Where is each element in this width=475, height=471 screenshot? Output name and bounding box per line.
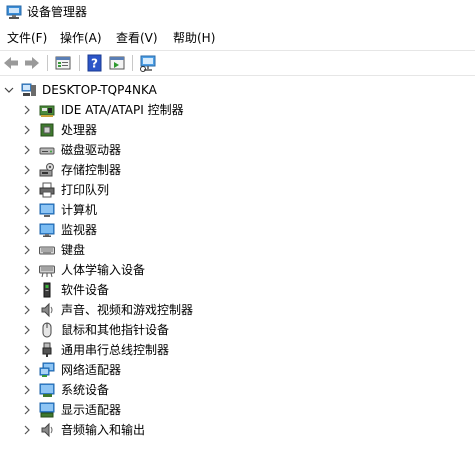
tree-item-label: 通用串行总线控制器: [61, 343, 170, 357]
tree-item-label: 磁盘驱动器: [61, 143, 122, 157]
toolbar-separator: [47, 55, 48, 71]
audio-io-icon: [41, 422, 53, 438]
chevron-right-icon[interactable]: [21, 104, 33, 116]
computer-icon: [39, 203, 55, 217]
hid-icon: [39, 265, 55, 278]
tree-root[interactable]: DESKTOP-TQP4NKA: [0, 80, 475, 100]
menu-action[interactable]: 操作(A): [58, 29, 104, 47]
tree-item[interactable]: 磁盘驱动器: [0, 140, 475, 160]
processor-icon: [40, 123, 54, 137]
chevron-right-icon[interactable]: [21, 164, 33, 176]
chevron-right-icon[interactable]: [21, 384, 33, 396]
tree-item-label: 音频输入和输出: [61, 423, 146, 437]
chevron-right-icon[interactable]: [21, 264, 33, 276]
chevron-right-icon[interactable]: [21, 184, 33, 196]
tree-item[interactable]: 存储控制器: [0, 160, 475, 180]
tree-item[interactable]: 打印队列: [0, 180, 475, 200]
mouse-icon: [42, 322, 52, 338]
chevron-right-icon[interactable]: [21, 144, 33, 156]
tree-item[interactable]: 键盘: [0, 240, 475, 260]
tree-item[interactable]: IDE ATA/ATAPI 控制器: [0, 100, 475, 120]
toolbar-separator: [132, 55, 133, 71]
tree-item-label: 网络适配器: [61, 363, 122, 377]
tree-item-label: 人体学输入设备: [61, 263, 146, 277]
tree-root-label: DESKTOP-TQP4NKA: [42, 83, 157, 97]
tree-item[interactable]: 显示适配器: [0, 400, 475, 420]
speaker-icon: [41, 302, 53, 318]
menu-file[interactable]: 文件(F): [5, 29, 49, 47]
window-title: 设备管理器: [27, 5, 88, 19]
tree-item-label: 软件设备: [61, 283, 110, 297]
device-manager-app-icon: [6, 5, 22, 19]
toolbar-separator: [79, 55, 80, 71]
chevron-right-icon[interactable]: [21, 124, 33, 136]
chevron-right-icon[interactable]: [21, 364, 33, 376]
chevron-right-icon[interactable]: [21, 424, 33, 436]
tree-item[interactable]: 声音、视频和游戏控制器: [0, 300, 475, 320]
menu-view[interactable]: 查看(V): [114, 29, 160, 47]
tree-item[interactable]: 鼠标和其他指针设备: [0, 320, 475, 340]
tree-item[interactable]: 音频输入和输出: [0, 420, 475, 440]
menu-bar: 文件(F) 操作(A) 查看(V) 帮助(H): [0, 27, 475, 49]
software-device-icon: [43, 282, 51, 298]
monitor-icon: [39, 223, 55, 237]
chevron-right-icon[interactable]: [21, 204, 33, 216]
tree-item-label: 存储控制器: [61, 163, 122, 177]
chevron-right-icon[interactable]: [21, 284, 33, 296]
back-icon[interactable]: [2, 54, 20, 72]
system-device-icon: [39, 383, 55, 397]
chevron-right-icon[interactable]: [21, 324, 33, 336]
tree-item-label: 计算机: [61, 203, 98, 217]
chevron-right-icon[interactable]: [21, 344, 33, 356]
run-icon[interactable]: [108, 54, 126, 72]
keyboard-icon: [39, 246, 55, 255]
tree-item[interactable]: 处理器: [0, 120, 475, 140]
network-adapter-icon: [39, 362, 55, 377]
tree-item[interactable]: 网络适配器: [0, 360, 475, 380]
tree-item-label: 处理器: [61, 123, 98, 137]
tree-item[interactable]: 人体学输入设备: [0, 260, 475, 280]
display-adapter-icon: [39, 402, 55, 418]
tree-item-label: 显示适配器: [61, 403, 122, 417]
tree-item-label: 鼠标和其他指针设备: [61, 323, 170, 337]
monitor-scan-icon[interactable]: [139, 54, 157, 72]
ide-controller-icon: [39, 105, 55, 117]
tree-item[interactable]: 计算机: [0, 200, 475, 220]
toolbar: ?: [0, 50, 475, 76]
chevron-right-icon[interactable]: [21, 304, 33, 316]
tree-item[interactable]: 监视器: [0, 220, 475, 240]
computer-root-icon: [21, 83, 36, 96]
tree-item-label: 键盘: [61, 243, 86, 257]
title-bar: 设备管理器: [0, 0, 475, 24]
tree-item[interactable]: 通用串行总线控制器: [0, 340, 475, 360]
disk-drive-icon: [39, 147, 55, 155]
help-icon[interactable]: ?: [86, 54, 104, 72]
usb-icon: [42, 342, 52, 357]
chevron-down-icon[interactable]: [3, 84, 15, 96]
forward-icon[interactable]: [23, 54, 41, 72]
menu-help[interactable]: 帮助(H): [171, 29, 217, 47]
tree-item-label: 系统设备: [61, 383, 110, 397]
printer-icon: [39, 182, 55, 198]
tree-item-label: IDE ATA/ATAPI 控制器: [61, 103, 184, 117]
chevron-right-icon[interactable]: [21, 404, 33, 416]
svg-text:?: ?: [91, 57, 98, 71]
tree-item-label: 监视器: [61, 223, 98, 237]
tree-item[interactable]: 软件设备: [0, 280, 475, 300]
chevron-right-icon[interactable]: [21, 224, 33, 236]
properties-icon[interactable]: [54, 54, 72, 72]
tree-item-label: 声音、视频和游戏控制器: [61, 303, 194, 317]
storage-controller-icon: [39, 163, 54, 177]
chevron-right-icon[interactable]: [21, 244, 33, 256]
tree-item[interactable]: 系统设备: [0, 380, 475, 400]
tree-item-label: 打印队列: [61, 183, 110, 197]
